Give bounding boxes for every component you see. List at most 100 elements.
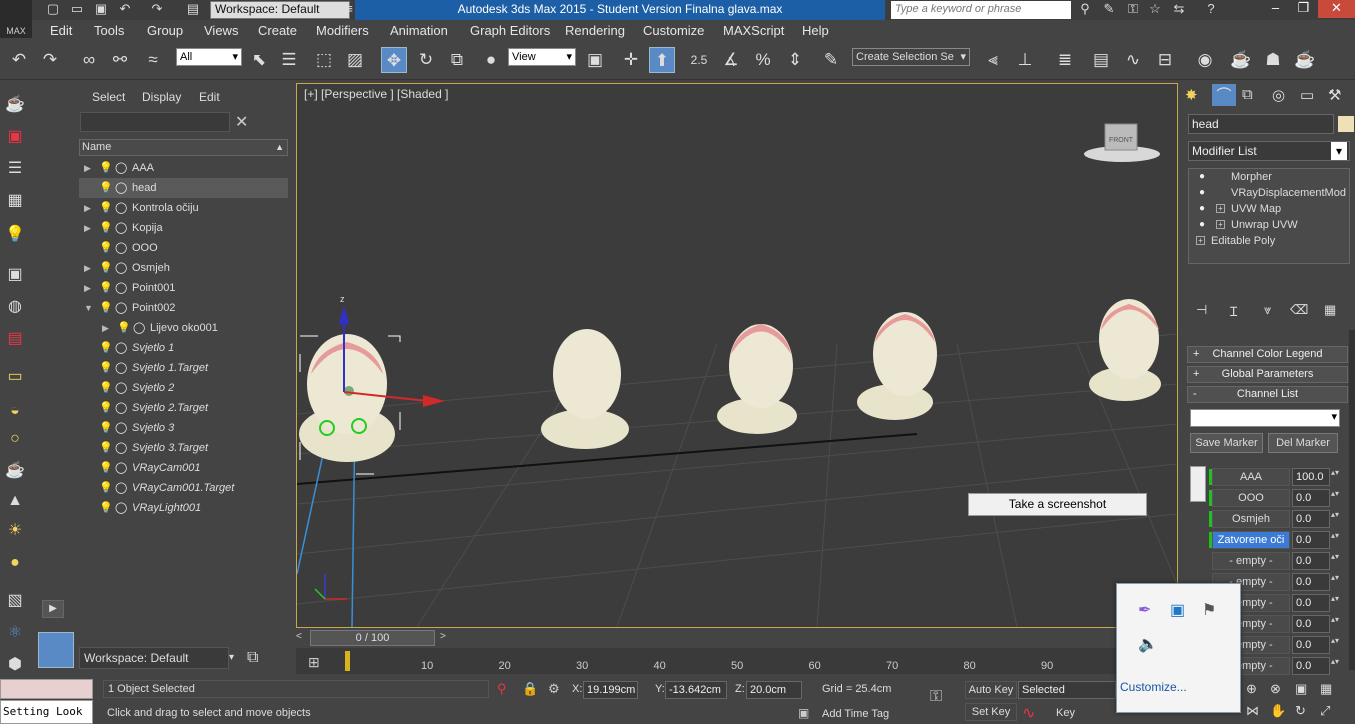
communication-center-icon[interactable]: ⚿	[1124, 1, 1142, 17]
key-mode-curve-icon[interactable]: ∿	[1022, 703, 1035, 723]
explorer-row[interactable]: 💡 ◯ head	[79, 178, 288, 198]
spinner-icon[interactable]: ▴▾	[1331, 657, 1339, 666]
app-logo-button[interactable]: MAX	[0, 0, 32, 38]
morph-channel-value[interactable]: 0.0	[1292, 657, 1330, 675]
menu-modifiers[interactable]: Modifiers	[316, 21, 369, 41]
undo-icon[interactable]: ↶	[116, 1, 134, 17]
menu-help[interactable]: Help	[802, 21, 829, 41]
spinner-icon[interactable]: ▴▾	[1331, 594, 1339, 603]
open-file-icon[interactable]: ▭	[68, 1, 86, 17]
teapot-shape-icon[interactable]: ☕	[2, 458, 28, 484]
expand-arrow-icon[interactable]: ▶	[102, 318, 109, 338]
binoculars-icon[interactable]: ⚲	[1076, 1, 1094, 17]
select-and-rotate-icon[interactable]: ↻	[413, 47, 439, 73]
scene-explorer-icon[interactable]: ▤	[1088, 47, 1114, 73]
grid-table-icon[interactable]: ▦	[2, 188, 28, 214]
visibility-bulb-icon[interactable]: 💡	[99, 218, 113, 238]
search-input[interactable]: Type a keyword or phrase	[891, 1, 1071, 19]
show-end-result-icon[interactable]: Ɪ	[1230, 302, 1237, 320]
rollout-channel-color-legend[interactable]: + Channel Color Legend	[1187, 346, 1348, 363]
spinner-icon[interactable]: ▴▾	[1331, 510, 1339, 519]
expand-arrow-icon[interactable]: ▶	[84, 158, 91, 178]
time-slider[interactable]: 0 / 100	[310, 630, 435, 646]
snaps-toggle-icon[interactable]: 2.5	[686, 47, 712, 73]
keyboard-shortcut-override-icon[interactable]: ⬆	[649, 47, 675, 73]
field-of-view-icon[interactable]: ⋈	[1246, 703, 1259, 719]
clear-search-icon[interactable]: ✕	[235, 112, 248, 132]
head-object-2[interactable]	[541, 329, 629, 449]
time-slider-prev-icon[interactable]: <	[296, 631, 310, 645]
geosphere-icon[interactable]: ⬢	[2, 652, 28, 678]
material-editor-icon[interactable]: ◉	[1192, 47, 1218, 73]
select-and-place-icon[interactable]: ●	[478, 47, 504, 73]
modifier-bulb-icon[interactable]: ●	[1199, 169, 1205, 185]
select-object-icon[interactable]: ⬉	[246, 47, 272, 73]
expand-arrow-icon[interactable]: ▼	[84, 298, 93, 318]
visibility-bulb-icon[interactable]: 💡	[99, 338, 113, 358]
isolate-selection-icon[interactable]: ⚲	[497, 681, 507, 697]
remove-modifier-icon[interactable]: ⌫	[1290, 302, 1308, 318]
explorer-row[interactable]: ▶ 💡 ◯ AAA	[79, 158, 288, 178]
maxscript-output[interactable]: Setting Look	[0, 700, 93, 724]
bind-space-warp-icon[interactable]: ≈	[140, 47, 166, 73]
morph-channel-name[interactable]: Zatvorene oči	[1212, 531, 1290, 549]
key-mode-dropdown[interactable]: Selected	[1018, 681, 1116, 699]
circle-icon[interactable]: ○	[2, 426, 28, 452]
set-key-button[interactable]: Set Key	[965, 703, 1017, 721]
menu-rendering[interactable]: Rendering	[565, 21, 625, 41]
explorer-row[interactable]: 💡 ◯ Svjetlo 2	[79, 378, 288, 398]
morph-channel-value[interactable]: 0.0	[1292, 594, 1330, 612]
zoom-extents-all-icon[interactable]: ▦	[1320, 681, 1332, 697]
del-marker-button[interactable]: Del Marker	[1268, 433, 1338, 453]
y-coordinate-field[interactable]: -13.642cm	[665, 681, 727, 699]
expand-plus-icon[interactable]: +	[1216, 204, 1225, 213]
menu-edit[interactable]: Edit	[50, 21, 72, 41]
explorer-row[interactable]: 💡 ◯ VRayLight001	[79, 498, 288, 518]
absolute-mode-icon[interactable]: ⚙	[548, 681, 560, 697]
curve-editor-icon[interactable]: ∿	[1120, 47, 1146, 73]
tools-icon[interactable]: ✎	[1100, 1, 1118, 17]
menu-tools[interactable]: Tools	[94, 21, 124, 41]
explorer-row[interactable]: ▶ 💡 ◯ Lijevo oko001	[79, 318, 288, 338]
morph-channel-value[interactable]: 0.0	[1292, 573, 1330, 591]
explorer-row[interactable]: 💡 ◯ VRayCam001	[79, 458, 288, 478]
workspace-dropdown[interactable]: Workspace: Default	[210, 1, 350, 19]
visibility-bulb-icon[interactable]: 💡	[99, 438, 113, 458]
rectangular-selection-icon[interactable]: ⬚	[311, 47, 337, 73]
explorer-row[interactable]: ▶ 💡 ◯ Kontrola očiju	[79, 198, 288, 218]
explorer-search-input[interactable]	[80, 112, 230, 132]
select-by-name-icon[interactable]: ☰	[276, 47, 302, 73]
take-screenshot-button[interactable]: Take a screenshot	[968, 493, 1147, 516]
pen-tray-icon[interactable]: ✒	[1138, 600, 1151, 620]
schematic-view-icon[interactable]: ⊟	[1152, 47, 1178, 73]
box-icon[interactable]: ▭	[2, 364, 28, 390]
select-and-scale-icon[interactable]: ⧉	[444, 47, 470, 73]
modifier-stack-item[interactable]: ● VRayDisplacementMod	[1190, 185, 1348, 201]
visibility-bulb-icon[interactable]: 💡	[99, 478, 113, 498]
visibility-bulb-icon[interactable]: 💡	[99, 358, 113, 378]
time-tag-icon[interactable]: ▣	[798, 706, 809, 720]
menu-views[interactable]: Views	[204, 21, 238, 41]
explorer-workspace-dropdown[interactable]: Workspace: Default	[79, 647, 229, 669]
explorer-row[interactable]: 💡 ◯ Svjetlo 3.Target	[79, 438, 288, 458]
morph-channel-value[interactable]: 0.0	[1292, 615, 1330, 633]
morph-channel-value[interactable]: 0.0	[1292, 510, 1330, 528]
angle-snap-icon[interactable]: ∡	[718, 47, 744, 73]
spinner-icon[interactable]: ▴▾	[1331, 531, 1339, 540]
head-object-selected[interactable]	[299, 334, 401, 475]
restore-button[interactable]: ❐	[1290, 0, 1317, 18]
light-icon[interactable]: 💡	[2, 222, 28, 248]
mirror-icon[interactable]: ⫷	[980, 47, 1006, 73]
channel-list-dropdown[interactable]: ▾	[1190, 409, 1340, 427]
visibility-bulb-icon[interactable]: 💡	[99, 158, 113, 178]
pivot-center-icon[interactable]: ▣	[582, 47, 608, 73]
morph-channel-value[interactable]: 0.0	[1292, 489, 1330, 507]
plane-grid-icon[interactable]: ▧	[2, 588, 28, 614]
track-bar[interactable]	[296, 648, 1116, 674]
explorer-row[interactable]: ▶ 💡 ◯ Kopija	[79, 218, 288, 238]
zoom-all-icon[interactable]: ⊗	[1270, 681, 1281, 697]
maximize-viewport-icon[interactable]: ⤢	[1320, 703, 1330, 719]
pin-stack-icon[interactable]: ⊣	[1196, 302, 1207, 318]
customize-link[interactable]: Customize...	[1120, 680, 1187, 694]
head-object-3[interactable]	[717, 324, 797, 434]
